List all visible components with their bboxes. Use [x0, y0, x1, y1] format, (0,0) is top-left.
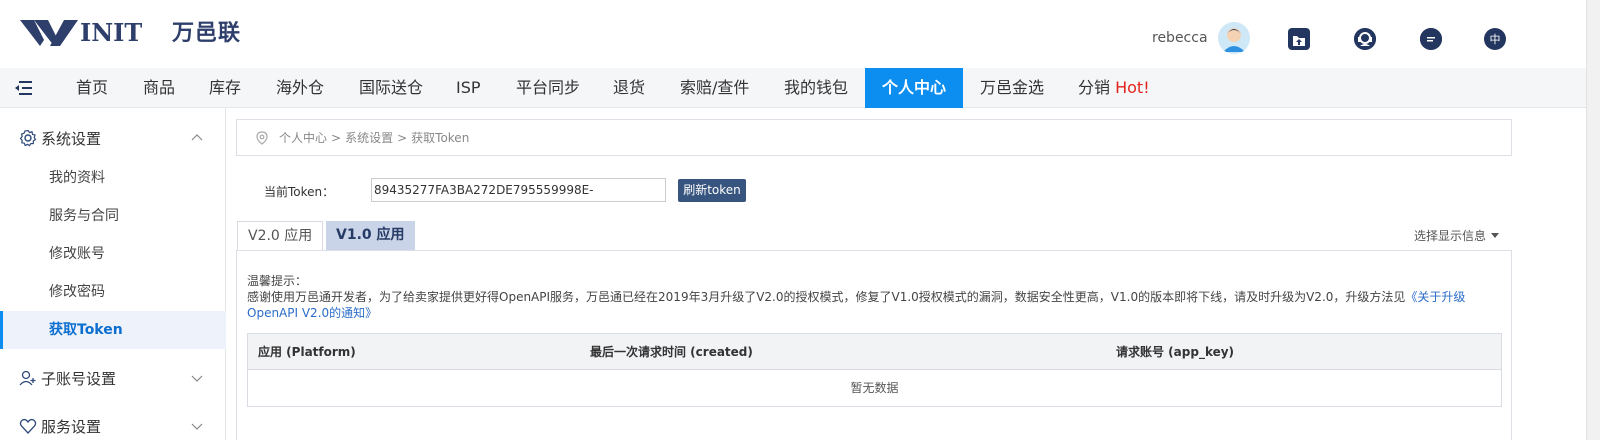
column-header-created: 最后一次请求时间 (created)	[590, 345, 753, 359]
breadcrumb-personal-center[interactable]: 个人中心	[279, 129, 327, 146]
table-header: 应用 (Platform) 最后一次请求时间 (created) 请求账号 (a…	[248, 334, 1501, 370]
user-name: rebecca	[1152, 30, 1208, 46]
token-input[interactable]	[371, 178, 666, 202]
chat-icon[interactable]	[1420, 28, 1442, 50]
gear-icon	[19, 129, 37, 147]
nav-products[interactable]: 商品	[143, 68, 175, 108]
top-header: INIT 万邑联 rebecca 中	[0, 0, 1586, 68]
breadcrumb-current: 获取Token	[411, 131, 470, 145]
notice-title: 温馨提示：	[247, 274, 308, 288]
tab-v1-apps[interactable]: V1.0 应用	[326, 221, 415, 250]
sidebar-group-label: 子账号设置	[41, 369, 117, 388]
main-content: 个人中心 > 系统设置 > 获取Token 当前Token： 刷新token V…	[226, 108, 1586, 440]
nav-overseas-warehouse[interactable]: 海外仓	[276, 68, 324, 108]
nav-returns[interactable]: 退货	[613, 68, 645, 108]
sidebar-item-change-account[interactable]: 修改账号	[0, 235, 226, 273]
caret-down-icon	[1491, 233, 1500, 238]
sidebar-item-get-token[interactable]: 获取Token	[0, 311, 226, 349]
brand-logo[interactable]: INIT 万邑联	[20, 14, 241, 48]
chevron-down-icon	[191, 375, 203, 382]
breadcrumb-system-settings[interactable]: 系统设置	[345, 129, 393, 146]
tab-panel: 温馨提示： 感谢使用万邑通开发者，为了给卖家提供更好得OpenAPI服务，万邑通…	[236, 250, 1512, 440]
breadcrumb-separator: >	[397, 130, 408, 145]
avatar[interactable]	[1217, 22, 1250, 54]
nav-wanyi-select[interactable]: 万邑金选	[980, 68, 1044, 108]
sidebar-group-system-settings[interactable]: 系统设置	[0, 118, 226, 158]
sidebar-group-label: 服务设置	[41, 417, 102, 436]
nav-home[interactable]: 首页	[76, 68, 108, 108]
nav-platform-sync[interactable]: 平台同步	[516, 68, 580, 108]
page-scrollbar[interactable]	[1586, 0, 1600, 440]
token-label: 当前Token：	[264, 185, 335, 199]
user-plus-icon	[19, 370, 36, 386]
nav-distribution[interactable]: 分销 Hot!	[1078, 68, 1150, 108]
sidebar: 系统设置 我的资料 服务与合同 修改账号 修改密码 获取Token 子账号设置	[0, 108, 226, 440]
notice-text: 感谢使用万邑通开发者，为了给卖家提供更好得OpenAPI服务，万邑通已经在201…	[247, 290, 1406, 304]
sidebar-group-sub-accounts[interactable]: 子账号设置	[0, 358, 226, 398]
sidebar-group-label: 系统设置	[41, 129, 102, 148]
language-switch-button[interactable]: 中	[1484, 28, 1506, 50]
nav-distribution-label: 分销	[1078, 78, 1111, 97]
sidebar-item-services-contracts[interactable]: 服务与合同	[0, 197, 226, 235]
refresh-token-button[interactable]: 刷新token	[678, 179, 746, 202]
nav-personal-center[interactable]: 个人中心	[865, 68, 963, 108]
sidebar-group-service-settings[interactable]: 服务设置	[0, 406, 226, 440]
notice-body: 感谢使用万邑通开发者，为了给卖家提供更好得OpenAPI服务，万邑通已经在201…	[247, 289, 1497, 321]
hot-badge: Hot!	[1115, 78, 1150, 97]
nav-inventory[interactable]: 库存	[209, 68, 241, 108]
location-pin-icon	[256, 130, 268, 145]
notice: 温馨提示： 感谢使用万邑通开发者，为了给卖家提供更好得OpenAPI服务，万邑通…	[247, 273, 1497, 321]
nav-international-delivery[interactable]: 国际送仓	[359, 68, 423, 108]
nav-wallet[interactable]: 我的钱包	[784, 68, 848, 108]
heart-icon	[19, 418, 37, 434]
column-header-platform: 应用 (Platform)	[258, 345, 356, 359]
token-table: 应用 (Platform) 最后一次请求时间 (created) 请求账号 (a…	[247, 333, 1502, 407]
avatar-icon	[1217, 22, 1250, 54]
main-nav: 首页 商品 库存 海外仓 国际送仓 ISP 平台同步 退货 索赔/查件 我的钱包…	[0, 68, 1586, 108]
select-display-info-label: 选择显示信息	[1414, 229, 1487, 243]
tab-v2-apps[interactable]: V2.0 应用	[237, 221, 324, 250]
menu-collapse-icon[interactable]	[14, 80, 32, 96]
breadcrumb-separator: >	[331, 130, 342, 145]
chevron-up-icon	[191, 134, 203, 141]
app-root: INIT 万邑联 rebecca 中 首页 商品 库存 海外仓 国际送仓 ISP…	[0, 0, 1600, 440]
nav-claims[interactable]: 索赔/查件	[680, 68, 749, 108]
column-header-app-key: 请求账号 (app_key)	[1116, 345, 1235, 359]
logo-text: INIT	[80, 18, 142, 47]
logo-chinese-text: 万邑联	[172, 21, 242, 46]
select-display-info-dropdown[interactable]: 选择显示信息	[1414, 227, 1500, 244]
headset-icon[interactable]	[1354, 28, 1376, 50]
sidebar-item-my-profile[interactable]: 我的资料	[0, 159, 226, 197]
user-profile[interactable]: rebecca	[1152, 22, 1250, 54]
logo-mark-icon: INIT	[20, 18, 142, 47]
table-empty-row: 暂无数据	[850, 381, 899, 395]
upload-icon[interactable]	[1288, 28, 1310, 50]
chevron-down-icon	[191, 423, 203, 430]
breadcrumb: 个人中心 > 系统设置 > 获取Token	[236, 119, 1512, 156]
sidebar-item-change-password[interactable]: 修改密码	[0, 273, 226, 311]
nav-isp[interactable]: ISP	[456, 68, 481, 108]
